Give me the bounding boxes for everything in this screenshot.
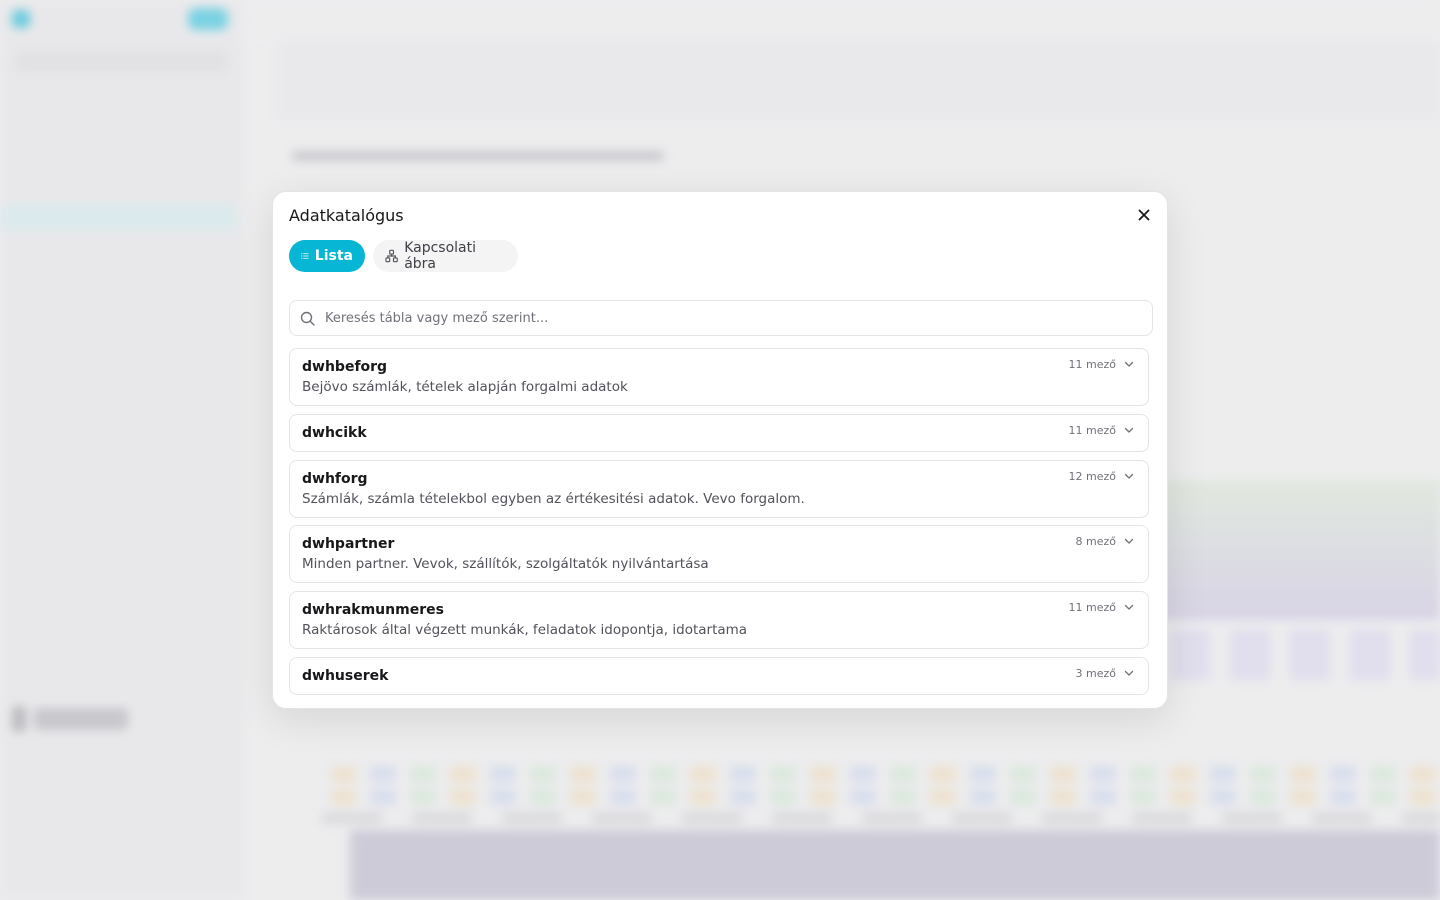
close-button[interactable] — [1133, 204, 1155, 226]
chevron-down-icon[interactable] — [1124, 359, 1134, 369]
view-tabs: Lista Kapcsolati ábra — [289, 240, 518, 272]
field-count: 3 mező — [1075, 667, 1116, 680]
data-catalog-dialog: Adatkatalógus Lista Kapcsolati ábra Kere… — [272, 191, 1168, 709]
table-item-dwhuserek[interactable]: dwhuserek 3 mező — [289, 657, 1149, 695]
tab-list-label: Lista — [314, 248, 353, 264]
tab-relationship-diagram[interactable]: Kapcsolati ábra — [373, 240, 518, 272]
table-name: dwhbeforg — [302, 359, 388, 375]
tab-relationship-label: Kapcsolati ábra — [404, 240, 476, 272]
search-input[interactable] — [323, 309, 1127, 327]
table-item-dwhforg[interactable]: dwhforg Számlák, számla tételekbol egybe… — [289, 460, 1149, 518]
chevron-down-icon[interactable] — [1124, 602, 1134, 612]
network-icon — [385, 249, 398, 263]
table-description: Minden partner. Vevok, szállítók, szolgá… — [302, 556, 709, 572]
table-item-dwhbeforg[interactable]: dwhbeforg Bejövo számlák, tételek alapjá… — [289, 348, 1149, 406]
table-name: dwhcikk — [302, 425, 367, 441]
table-name: dwhpartner — [302, 536, 395, 552]
table-name: dwhforg — [302, 471, 368, 487]
search-icon — [300, 311, 315, 326]
field-count: 11 mező — [1068, 358, 1116, 371]
field-count: 12 mező — [1068, 470, 1116, 483]
chevron-down-icon[interactable] — [1124, 668, 1134, 678]
table-description: Raktárosok által végzett munkák, feladat… — [302, 622, 748, 638]
table-description: Számlák, számla tételekbol egyben az ért… — [302, 491, 805, 507]
chevron-down-icon[interactable] — [1124, 536, 1134, 546]
dialog-title: Adatkatalógus — [289, 206, 404, 225]
list-icon — [301, 253, 309, 259]
chevron-down-icon[interactable] — [1124, 471, 1134, 481]
field-count: 11 mező — [1068, 424, 1116, 437]
table-item-dwhpartner[interactable]: dwhpartner Minden partner. Vevok, szállí… — [289, 525, 1149, 583]
chevron-down-icon[interactable] — [1124, 425, 1134, 435]
close-icon — [1138, 209, 1150, 221]
field-count: 11 mező — [1068, 601, 1116, 614]
table-name: dwhrakmunmeres — [302, 602, 444, 618]
table-item-dwhcikk[interactable]: dwhcikk 11 mező — [289, 414, 1149, 452]
field-count: 8 mező — [1075, 535, 1116, 548]
tab-list[interactable]: Lista — [289, 240, 365, 272]
table-name: dwhuserek — [302, 668, 389, 684]
table-description: Bejövo számlák, tételek alapján forgalmi… — [302, 379, 628, 395]
search-field — [289, 300, 1153, 336]
table-item-dwhrakmunmeres[interactable]: dwhrakmunmeres Raktárosok által végzett … — [289, 591, 1149, 649]
